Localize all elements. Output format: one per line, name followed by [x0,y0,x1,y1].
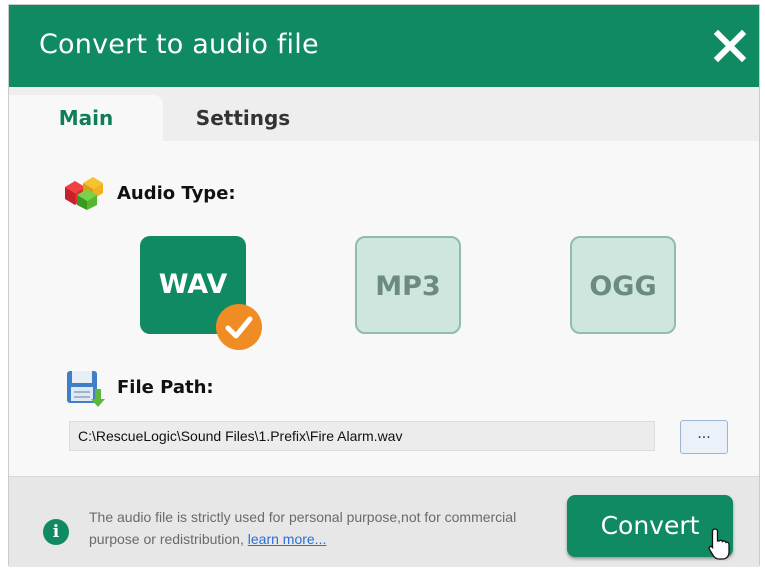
notice-text: The audio file is strictly used for pers… [89,506,539,550]
learn-more-link[interactable]: learn more... [248,531,327,547]
format-ogg-button[interactable]: OGG [570,236,676,334]
checkmark-icon [225,316,253,339]
tab-main[interactable]: Main [9,95,163,141]
audio-type-label: Audio Type: [117,183,236,204]
file-path-input[interactable] [69,421,655,451]
title-bar: Convert to audio file [9,5,759,87]
dialog-title: Convert to audio file [39,29,319,60]
cubes-icon [65,177,103,210]
info-icon: i [43,519,69,545]
selected-badge [216,304,262,350]
convert-dialog: Convert to audio file Main Settings Audi… [8,4,760,567]
footer-bar: i The audio file is strictly used for pe… [9,476,759,567]
file-path-label: File Path: [117,377,214,398]
close-icon [713,29,747,63]
browse-button[interactable]: ... [680,420,728,454]
tab-settings[interactable]: Settings [163,95,323,141]
mouse-cursor-icon [708,528,730,560]
main-panel: Audio Type: WAV MP3 OGG File Path: ... [9,141,759,476]
save-file-icon [67,371,105,407]
tab-strip: Main Settings [9,87,759,141]
close-button[interactable] [713,29,747,63]
format-mp3-button[interactable]: MP3 [355,236,461,334]
